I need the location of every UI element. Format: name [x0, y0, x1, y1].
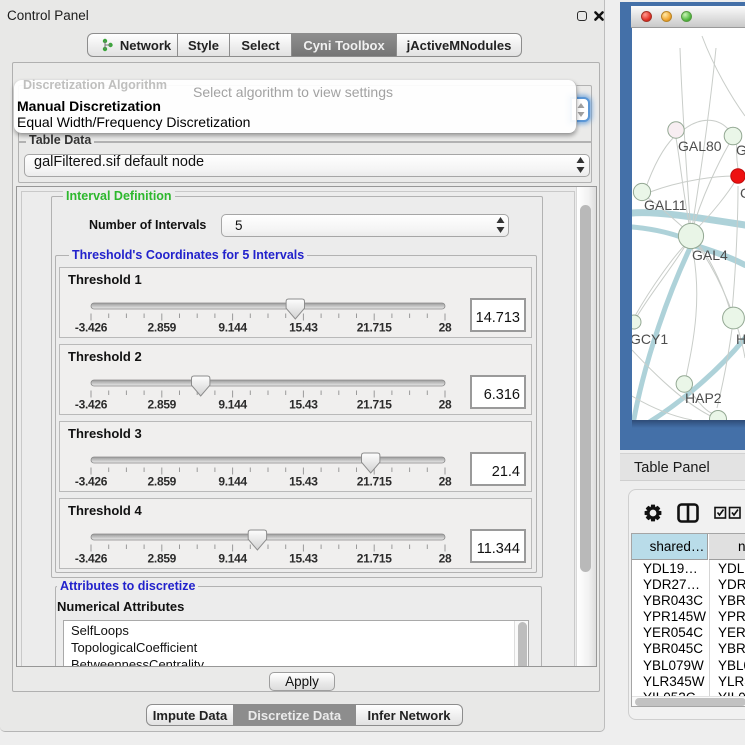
svg-text:GCY1: GCY1 [632, 331, 668, 347]
svg-text:28: 28 [439, 398, 452, 412]
svg-text:GAL11: GAL11 [644, 197, 687, 213]
svg-text:GA: GA [736, 142, 745, 158]
svg-text:-3.426: -3.426 [75, 475, 108, 489]
svg-text:9.144: 9.144 [218, 398, 247, 412]
svg-text:15.43: 15.43 [289, 321, 318, 335]
svg-text:2.859: 2.859 [148, 475, 177, 489]
svg-text:GAL80: GAL80 [678, 138, 722, 154]
svg-text:GAL4: GAL4 [692, 247, 728, 263]
svg-text:9.144: 9.144 [218, 475, 247, 489]
svg-text:21.715: 21.715 [357, 475, 393, 489]
svg-text:21.715: 21.715 [357, 552, 393, 566]
svg-text:28: 28 [439, 552, 452, 566]
svg-text:-3.426: -3.426 [75, 321, 108, 335]
svg-text:CD: CD [740, 185, 745, 201]
svg-text:15.43: 15.43 [289, 552, 318, 566]
svg-text:15.43: 15.43 [289, 475, 318, 489]
svg-text:28: 28 [439, 321, 452, 335]
svg-text:28: 28 [439, 475, 452, 489]
svg-text:21.715: 21.715 [357, 398, 393, 412]
svg-text:9.144: 9.144 [218, 552, 247, 566]
svg-text:-3.426: -3.426 [75, 552, 108, 566]
svg-text:2.859: 2.859 [148, 321, 177, 335]
svg-text:HI: HI [736, 331, 745, 347]
svg-text:2.859: 2.859 [148, 398, 177, 412]
svg-text:HAP2: HAP2 [685, 390, 722, 406]
svg-text:-3.426: -3.426 [75, 398, 108, 412]
svg-text:21.715: 21.715 [357, 321, 393, 335]
svg-text:2.859: 2.859 [148, 552, 177, 566]
svg-text:9.144: 9.144 [218, 321, 247, 335]
svg-text:15.43: 15.43 [289, 398, 318, 412]
